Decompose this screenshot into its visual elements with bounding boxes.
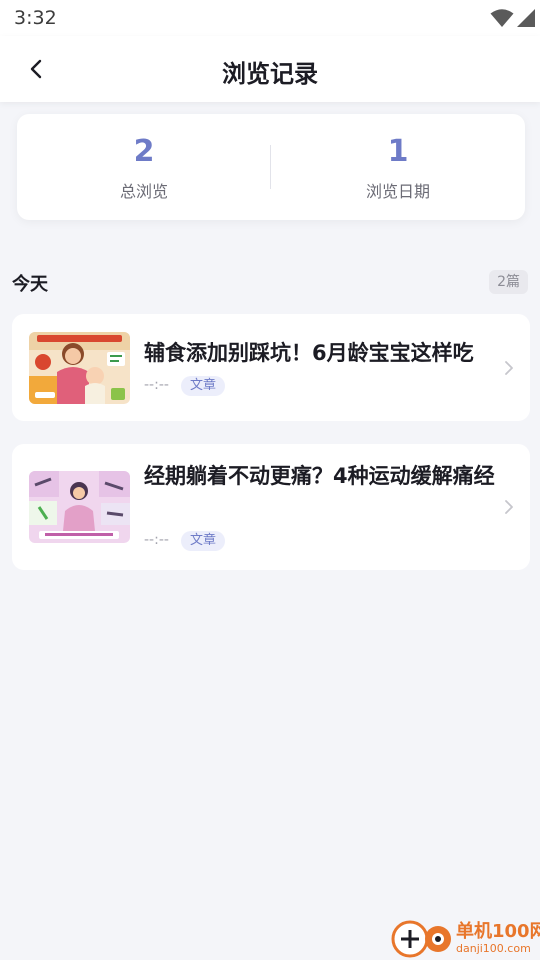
wifi-icon: [490, 9, 514, 27]
view-days-stat: 1 浏览日期: [271, 134, 525, 202]
section-count-badge: 2篇: [489, 270, 528, 294]
watermark-logo-icon: [391, 920, 451, 958]
section-header: 今天 2篇: [12, 268, 528, 296]
app-bar: 浏览记录: [0, 36, 540, 102]
total-views-stat: 2 总浏览: [17, 134, 271, 202]
cellular-signal-icon: [517, 9, 535, 27]
article-card[interactable]: 辅食添加别踩坑！6月龄宝宝这样吃 --:-- 文章: [12, 314, 530, 421]
view-days-value: 1: [387, 134, 409, 169]
section-title: 今天: [12, 274, 48, 295]
article-time: --:--: [144, 377, 169, 393]
chevron-right-icon: [505, 361, 513, 375]
total-views-label: 总浏览: [119, 182, 168, 201]
article-thumbnail: [29, 471, 130, 543]
article-title: 辅食添加别踩坑！6月龄宝宝这样吃: [144, 341, 474, 365]
status-time: 3:32: [14, 7, 57, 29]
article-tag: 文章: [181, 531, 226, 551]
article-tag: 文章: [181, 376, 226, 396]
watermark-name: 单机100网: [456, 921, 540, 942]
status-bar: 3:32: [0, 0, 540, 36]
article-time: --:--: [144, 532, 169, 548]
chevron-right-icon: [505, 500, 513, 514]
article-thumbnail: [29, 332, 130, 404]
article-card[interactable]: 经期躺着不动更痛？4种运动缓解痛经 --:-- 文章: [12, 444, 530, 570]
watermark: 单机100网 danji100.com: [390, 915, 540, 960]
view-days-label: 浏览日期: [365, 182, 430, 201]
watermark-url: danji100.com: [456, 942, 531, 955]
page-title: 浏览记录: [222, 60, 318, 88]
article-title: 经期躺着不动更痛？4种运动缓解痛经: [144, 464, 495, 488]
total-views-value: 2: [133, 134, 155, 169]
stats-card: 2 总浏览 1 浏览日期: [17, 114, 525, 220]
